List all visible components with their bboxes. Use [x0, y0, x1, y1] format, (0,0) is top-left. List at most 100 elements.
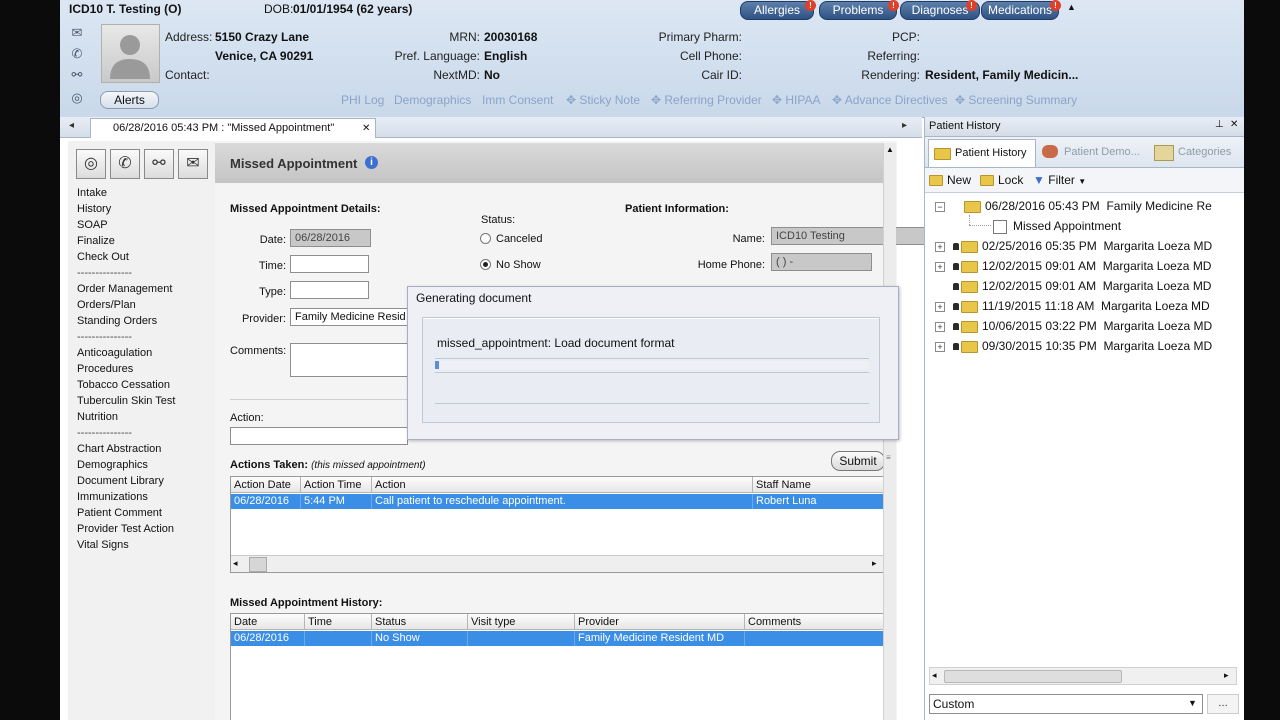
- tab-close-icon[interactable]: ✕: [362, 119, 370, 138]
- tab-categories[interactable]: Categories: [1151, 139, 1241, 166]
- tree-item[interactable]: 11/19/2015 11:18 AM Margarita Loeza MD: [953, 297, 1210, 315]
- table-row-cell[interactable]: No Show: [372, 631, 468, 646]
- tree-child-item[interactable]: Missed Appointment: [993, 217, 1121, 235]
- nav-standing-orders[interactable]: Standing Orders: [77, 315, 157, 327]
- compass-icon[interactable]: ◎: [76, 149, 106, 179]
- scroll-left-icon[interactable]: ◂: [233, 558, 238, 569]
- nav-anticoagulation[interactable]: Anticoagulation: [77, 347, 152, 359]
- phone-icon[interactable]: ✆: [110, 149, 140, 179]
- nav-demographics[interactable]: Demographics: [77, 459, 148, 471]
- col-staff-name[interactable]: Staff Name: [753, 477, 884, 493]
- scroll-right-icon[interactable]: ▸: [1224, 670, 1229, 681]
- tree-item[interactable]: 06/28/2016 05:43 PM Family Medicine Re: [964, 197, 1212, 215]
- nav-history[interactable]: History: [77, 203, 111, 215]
- more-options-button[interactable]: …: [1207, 694, 1239, 714]
- status-noshow-radio[interactable]: [480, 259, 491, 270]
- expand-icon[interactable]: +: [935, 242, 945, 252]
- nav-soap[interactable]: SOAP: [77, 219, 108, 231]
- tree-item[interactable]: 12/02/2015 09:01 AM Margarita Loeza MD: [953, 257, 1211, 275]
- nav-procedures[interactable]: Procedures: [77, 363, 133, 375]
- tree-item[interactable]: 09/30/2015 10:35 PM Margarita Loeza MD: [953, 337, 1212, 355]
- table-row-cell[interactable]: [305, 631, 372, 646]
- col-action-time[interactable]: Action Time: [301, 477, 372, 493]
- scroll-up-icon[interactable]: ▲: [886, 145, 894, 154]
- imm-consent-link[interactable]: Imm Consent: [482, 93, 553, 107]
- collapse-header-icon[interactable]: ▲: [1067, 2, 1076, 12]
- col-provider[interactable]: Provider: [575, 614, 745, 630]
- tab-missed-appointment[interactable]: 06/28/2016 05:43 PM : "Missed Appointmen…: [90, 118, 376, 138]
- mail-icon[interactable]: ✉: [178, 149, 208, 179]
- table-row-cell[interactable]: [468, 631, 575, 646]
- lock-button[interactable]: Lock: [980, 173, 1023, 187]
- pin-icon[interactable]: ⊥: [1215, 119, 1224, 130]
- horizontal-scrollbar[interactable]: ◂ ▸: [231, 555, 884, 572]
- nav-orders-plan[interactable]: Orders/Plan: [77, 299, 136, 311]
- comments-field[interactable]: [290, 343, 409, 377]
- nav-chart-abstraction[interactable]: Chart Abstraction: [77, 443, 161, 455]
- phi-log-link[interactable]: PHI Log: [341, 93, 384, 107]
- nav-provider-test-action[interactable]: Provider Test Action: [77, 523, 174, 535]
- scroll-thumb[interactable]: [249, 557, 267, 572]
- missed-appointment-history-grid[interactable]: Date Time Status Visit type Provider Com…: [230, 613, 885, 720]
- nav-patient-comment[interactable]: Patient Comment: [77, 507, 162, 519]
- nav-nutrition[interactable]: Nutrition: [77, 411, 118, 423]
- expand-icon[interactable]: +: [935, 342, 945, 352]
- problems-button[interactable]: Problems: [819, 1, 897, 20]
- info-icon[interactable]: i: [365, 156, 378, 169]
- action-field[interactable]: [230, 427, 408, 445]
- nav-intake[interactable]: Intake: [77, 187, 107, 199]
- tree-item[interactable]: 02/25/2016 05:35 PM Margarita Loeza MD: [953, 237, 1212, 255]
- tab-scroll-right-icon[interactable]: ▸: [902, 120, 907, 131]
- table-row-cell[interactable]: 06/28/2016: [231, 494, 301, 509]
- actions-taken-grid[interactable]: Action Date Action Time Action Staff Nam…: [230, 476, 885, 573]
- phone-icon[interactable]: ✆: [69, 46, 85, 62]
- scroll-thumb[interactable]: [944, 670, 1122, 683]
- table-row-cell[interactable]: Call patient to reschedule appointment.: [372, 494, 753, 509]
- allergies-button[interactable]: Allergies: [740, 1, 814, 20]
- submit-button[interactable]: Submit: [831, 451, 885, 471]
- col-action-date[interactable]: Action Date: [231, 477, 301, 493]
- mail-icon[interactable]: ✉: [69, 25, 85, 41]
- col-status[interactable]: Status: [372, 614, 468, 630]
- expand-icon[interactable]: +: [935, 322, 945, 332]
- col-action[interactable]: Action: [372, 477, 753, 493]
- scroll-right-icon[interactable]: ▸: [872, 558, 877, 569]
- col-visit-type[interactable]: Visit type: [468, 614, 575, 630]
- compass-icon[interactable]: ◎: [69, 90, 85, 106]
- alerts-button[interactable]: Alerts: [100, 91, 159, 109]
- demographics-link[interactable]: Demographics: [394, 93, 471, 107]
- tree-item[interactable]: 10/06/2015 03:22 PM Margarita Loeza MD: [953, 317, 1212, 335]
- scroll-left-icon[interactable]: ◂: [932, 670, 937, 681]
- link-icon[interactable]: ⚯: [144, 149, 174, 179]
- nav-finalize[interactable]: Finalize: [77, 235, 115, 247]
- expand-icon[interactable]: +: [935, 262, 945, 272]
- tree-horizontal-scrollbar[interactable]: ◂ ▸: [929, 667, 1237, 685]
- medications-button[interactable]: Medications: [981, 1, 1059, 20]
- link-icon[interactable]: ⚯: [69, 67, 85, 83]
- splitter-grip-icon[interactable]: ≡: [886, 453, 891, 462]
- new-button[interactable]: New: [929, 173, 971, 187]
- filter-button[interactable]: ▼ Filter ▼: [1033, 173, 1086, 187]
- table-row-cell[interactable]: Family Medicine Resident MD: [575, 631, 745, 646]
- nav-order-management[interactable]: Order Management: [77, 283, 172, 295]
- nav-tobacco-cessation[interactable]: Tobacco Cessation: [77, 379, 170, 391]
- tab-patient-demographics[interactable]: Patient Demo...: [1038, 139, 1148, 166]
- nav-vital-signs[interactable]: Vital Signs: [77, 539, 129, 551]
- tree-item[interactable]: 12/02/2015 09:01 AM Margarita Loeza MD: [953, 277, 1211, 295]
- table-row-cell[interactable]: 5:44 PM: [301, 494, 372, 509]
- patient-photo-placeholder[interactable]: [101, 24, 160, 83]
- table-row-cell[interactable]: Robert Luna: [753, 494, 884, 509]
- table-row-cell[interactable]: 06/28/2016: [231, 631, 305, 646]
- nav-immunizations[interactable]: Immunizations: [77, 491, 148, 503]
- date-field[interactable]: 06/28/2016: [290, 229, 371, 247]
- collapse-icon[interactable]: −: [935, 202, 945, 212]
- table-row-cell[interactable]: [745, 631, 884, 646]
- nav-check-out[interactable]: Check Out: [77, 251, 129, 263]
- nav-tuberculin-skin-test[interactable]: Tuberculin Skin Test: [77, 395, 175, 407]
- expand-icon[interactable]: +: [935, 302, 945, 312]
- panel-close-icon[interactable]: ✕: [1230, 119, 1238, 130]
- nav-document-library[interactable]: Document Library: [77, 475, 164, 487]
- type-field[interactable]: [290, 281, 369, 299]
- tab-scroll-left-icon[interactable]: ◂: [69, 120, 74, 131]
- view-select[interactable]: Custom ▼: [929, 694, 1203, 714]
